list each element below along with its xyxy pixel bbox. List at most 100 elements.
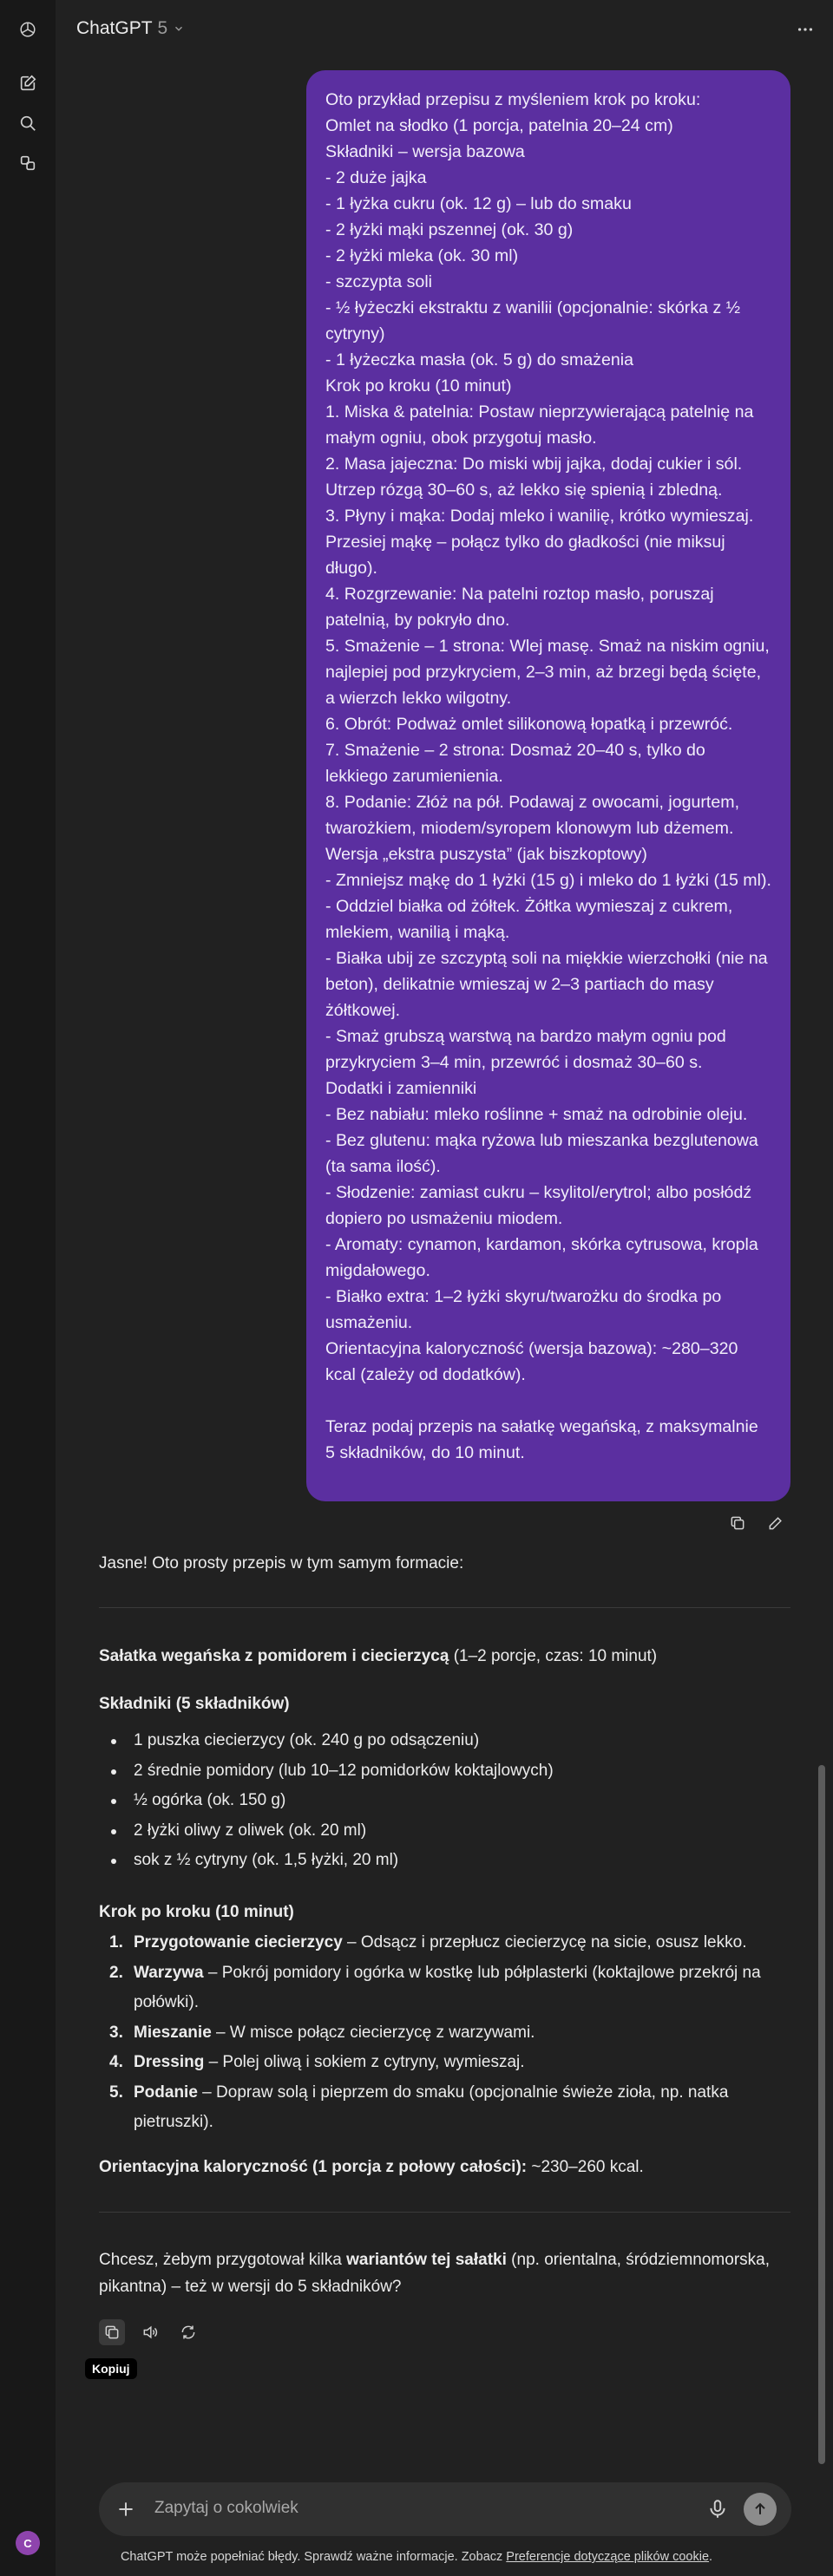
user-message-line: - Aromaty: cynamon, kardamon, skórka cyt… xyxy=(325,1235,764,1280)
step-number: 5. xyxy=(109,2082,123,2102)
user-message-line: Omlet na słodko (1 porcja, patelnia 20–2… xyxy=(325,116,673,135)
new-chat-icon[interactable] xyxy=(14,69,42,97)
user-message-bubble: Oto przykład przepisu z myśleniem krok p… xyxy=(306,70,790,1501)
user-message-line: Orientacyjna kaloryczność (wersja bazowa… xyxy=(325,1339,743,1384)
user-message-line: - Zmniejsz mąkę do 1 łyżki (15 g) i mlek… xyxy=(325,871,771,890)
calories-label: Orientacyjna kaloryczność (1 porcja z po… xyxy=(99,2158,528,2176)
user-message-line: Oto przykład przepisu z myśleniem krok p… xyxy=(325,90,701,109)
steps-heading-text: Krok po kroku (10 minut) xyxy=(99,1903,294,1921)
disclaimer-text: ChatGPT może popełniać błędy. Sprawdź wa… xyxy=(120,2550,507,2564)
arrow-up-icon xyxy=(755,2502,765,2514)
chevron-down-icon xyxy=(175,26,183,31)
step-title: Podanie xyxy=(134,2082,198,2102)
list-item: 5. Podanie – Dopraw solą i pieprzem do sm… xyxy=(99,2078,793,2138)
step-title: Warzywa xyxy=(134,1963,204,1982)
user-message-line: Teraz podaj przepis na sałatkę wegańską,… xyxy=(325,1417,764,1462)
user-message-line: - szczypta soli xyxy=(325,272,433,291)
user-message-line xyxy=(325,1388,771,1414)
model-name: ChatGPT xyxy=(76,18,153,38)
user-message-line: - Białka ubij ze szczyptą soli na miękki… xyxy=(325,949,773,1020)
user-message-line: - 1 łyżeczka masła (ok. 5 g) do smażenia xyxy=(325,350,634,369)
step-text: – Pokrój pomidory i ogórka w kostkę lub … xyxy=(134,1963,761,2012)
user-message-line: 5. Smażenie – 1 strona: Wlej masę. Smaż … xyxy=(325,637,775,708)
list-item: sok z ½ cytryny (ok. 1,5 łyżki, 20 ml) xyxy=(99,1846,554,1876)
user-message-line: 6. Obrót: Podważ omlet silikonową łopatk… xyxy=(325,715,733,734)
user-message-actions xyxy=(725,1511,788,1535)
model-version: 5 xyxy=(157,18,168,38)
copy-icon[interactable] xyxy=(99,2319,125,2345)
user-message-line: - 2 łyżki mąki pszennej (ok. 30 g) xyxy=(325,220,574,239)
copy-icon[interactable] xyxy=(725,1511,750,1535)
user-message-line: - Białko extra: 1–2 łyżki skyru/twarożku… xyxy=(325,1287,726,1332)
openai-logo-icon[interactable] xyxy=(14,16,42,43)
disclaimer-end: . xyxy=(709,2550,713,2564)
copy-tooltip: Kopiuj xyxy=(85,2358,137,2379)
step-text: – Polej oliwą i sokiem z cytryny, wymies… xyxy=(204,2053,525,2071)
user-message-line: - Bez glutenu: mąka ryżowa lub mieszanka… xyxy=(325,1131,764,1176)
prompt-input[interactable]: Zapytaj o cokolwiek xyxy=(154,2499,298,2518)
steps-heading: Krok po kroku (10 minut) xyxy=(99,1899,793,1925)
divider xyxy=(99,2212,790,2213)
list-item: 1. Przygotowanie ciecierzycy – Odsącz i p… xyxy=(99,1928,793,1958)
step-title: Mieszanie xyxy=(134,2023,212,2042)
user-message-line: - Oddziel białka od żółtek. Żółtka wymie… xyxy=(325,897,738,942)
user-message-line: - ½ łyżeczki ekstraktu z wanilii (opcjon… xyxy=(325,298,745,343)
microphone-icon[interactable] xyxy=(706,2498,729,2520)
step-title: Dressing xyxy=(134,2053,205,2071)
regenerate-icon[interactable] xyxy=(175,2319,201,2345)
list-item: 2 łyżki oliwy z oliwek (ok. 20 ml) xyxy=(99,1816,554,1847)
calories-value: ~230–260 kcal. xyxy=(527,2158,644,2176)
followup-bold: wariantów tej sałatki xyxy=(346,2251,507,2269)
list-item: 4. Dressing – Polej oliwą i sokiem z cytr… xyxy=(99,2048,793,2078)
user-message-line: 8. Podanie: Złóż na pół. Podawaj z owoca… xyxy=(325,793,744,838)
user-message-line: Składniki – wersja bazowa xyxy=(325,142,525,161)
user-message-line: - Bez nabiału: mleko roślinne + smaż na … xyxy=(325,1105,748,1124)
left-rail: C xyxy=(0,0,56,2576)
user-message-line: - 1 łyżka cukru (ok. 12 g) – lub do smak… xyxy=(325,194,632,213)
list-item: ½ ogórka (ok. 150 g) xyxy=(99,1786,554,1816)
user-message-line: - 2 duże jajka xyxy=(325,168,427,187)
followup-question: Chcesz, żebym przygotował kilka wariantó… xyxy=(99,2246,793,2300)
recipe-title: Sałatka wegańska z pomidorem i ciecierzy… xyxy=(99,1643,793,1670)
list-item: 1 puszka ciecierzycy (ok. 240 g po odsąc… xyxy=(99,1726,554,1756)
footer-disclaimer: ChatGPT może popełniać błędy. Sprawdź wa… xyxy=(0,2550,833,2564)
message-composer: Zapytaj o cokolwiek xyxy=(99,2482,791,2536)
assistant-message-actions xyxy=(99,2319,201,2345)
user-message-line: 4. Rozgrzewanie: Na patelni roztop masło… xyxy=(325,585,719,630)
list-item: 2 średnie pomidory (lub 10–12 pomidorków… xyxy=(99,1756,554,1787)
step-title: Przygotowanie ciecierzycy xyxy=(134,1933,343,1952)
step-number: 1. xyxy=(109,1933,123,1952)
step-number: 2. xyxy=(109,1963,123,1982)
edit-icon[interactable] xyxy=(764,1511,788,1535)
send-button[interactable] xyxy=(744,2493,777,2526)
more-options-icon[interactable] xyxy=(793,17,817,42)
user-message-line: - 2 łyżki mleka (ok. 30 ml) xyxy=(325,246,519,265)
recipe-title-meta: (1–2 porcje, czas: 10 minut) xyxy=(449,1647,658,1665)
ingredients-list: 1 puszka ciecierzycy (ok. 240 g po odsąc… xyxy=(99,1726,554,1876)
library-icon[interactable] xyxy=(14,149,42,177)
top-bar: ChatGPT 5 xyxy=(56,0,833,57)
calories-line: Orientacyjna kaloryczność (1 porcja z po… xyxy=(99,2154,793,2180)
plus-icon[interactable] xyxy=(115,2498,137,2520)
steps-list: 1. Przygotowanie ciecierzycy – Odsącz i p… xyxy=(99,1928,793,2138)
search-icon[interactable] xyxy=(14,109,42,137)
user-message-line: 1. Miska & patelnia: Postaw nieprzywiera… xyxy=(325,402,758,448)
user-message-line: 2. Masa jajeczna: Do miski wbij jajka, d… xyxy=(325,454,747,500)
read-aloud-icon[interactable] xyxy=(137,2319,163,2345)
step-number: 3. xyxy=(109,2023,123,2042)
user-message-line: Dodatki i zamienniki xyxy=(325,1079,477,1098)
user-message-line: - Smaż grubszą warstwą na bardzo małym o… xyxy=(325,1027,731,1072)
recipe-title-bold: Sałatka wegańska z pomidorem i ciecierzy… xyxy=(99,1647,449,1665)
ingredients-heading-text: Składniki (5 składników) xyxy=(99,1695,290,1713)
followup-text: Chcesz, żebym przygotował kilka xyxy=(99,2251,347,2269)
user-message-line: - Słodzenie: zamiast cukru – ksylitol/er… xyxy=(325,1183,757,1228)
model-switcher[interactable]: ChatGPT 5 xyxy=(76,18,185,39)
list-item: 2. Warzywa – Pokrój pomidory i ogórka w k… xyxy=(99,1958,793,2018)
step-text: – Odsącz i przepłucz ciecierzycę na sici… xyxy=(342,1933,747,1952)
user-message-line: 3. Płyny i mąka: Dodaj mleko i wanilię, … xyxy=(325,507,758,578)
user-message-line: 7. Smażenie – 2 strona: Dosmaż 20–40 s, … xyxy=(325,741,711,786)
cookie-preferences-link[interactable]: Preferencje dotyczące plików cookie xyxy=(506,2550,709,2564)
assistant-intro: Jasne! Oto prosty przepis w tym samym fo… xyxy=(99,1554,464,1572)
list-item: 3. Mieszanie – W misce połącz ciecierzycę… xyxy=(99,2018,793,2049)
scrollbar-thumb[interactable] xyxy=(818,1765,825,2464)
